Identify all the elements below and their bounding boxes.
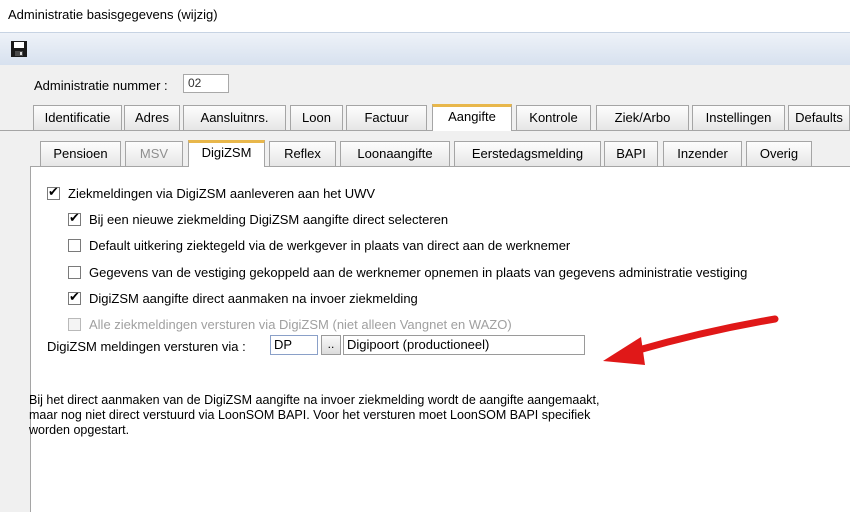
red-arrow-annotation	[603, 315, 779, 365]
option-label: Gegevens van de vestiging gekoppeld aan …	[89, 264, 748, 280]
subtab-msv: MSV	[125, 141, 183, 166]
option-checkbox[interactable]: ✔ Bij een nieuwe ziekmelding DigiZSM aang…	[68, 210, 448, 228]
admin-number-field[interactable]: 02	[183, 74, 229, 93]
title-bar: Administratie basisgegevens (wijzig)	[0, 0, 850, 32]
subtab-pensioen[interactable]: Pensioen	[40, 141, 121, 166]
tab-kontrole[interactable]: Kontrole	[516, 105, 591, 130]
window-title: Administratie basisgegevens (wijzig)	[8, 7, 218, 22]
main-tabs-baseline	[0, 130, 850, 131]
subtab-bapi[interactable]: BAPI	[604, 141, 658, 166]
subtab-inzender[interactable]: Inzender	[663, 141, 742, 166]
option-label: DigiZSM aangifte direct aanmaken na invo…	[89, 290, 418, 306]
tab-instellingen[interactable]: Instellingen	[692, 105, 785, 130]
info-line: worden opgestart.	[29, 423, 130, 437]
checkbox-checked-icon: ✔	[68, 288, 81, 305]
client-area: Administratie nummer : 02 Identificatie A…	[0, 65, 850, 512]
option-checkbox[interactable]: ✔ Ziekmeldingen via DigiZSM aanleveren aa…	[47, 184, 375, 202]
checkbox-checked-icon: ✔	[68, 209, 81, 226]
subtab-eerstedagsmelding[interactable]: Eerstedagsmelding	[454, 141, 601, 166]
tab-adres[interactable]: Adres	[124, 105, 180, 130]
option-label: Bij een nieuwe ziekmelding DigiZSM aangi…	[89, 211, 449, 227]
tab-factuur[interactable]: Factuur	[346, 105, 427, 130]
option-checkbox: Alle ziekmeldingen versturen via DigiZSM…	[68, 315, 512, 333]
save-icon[interactable]	[10, 40, 28, 58]
subtab-reflex[interactable]: Reflex	[269, 141, 336, 166]
tab-identificatie[interactable]: Identificatie	[33, 105, 122, 130]
tab-defaults[interactable]: Defaults	[788, 105, 850, 130]
checkbox-empty-icon	[68, 265, 81, 279]
toolbar	[0, 32, 850, 66]
tab-aangifte[interactable]: Aangifte	[432, 104, 512, 131]
checkbox-empty-icon	[68, 317, 81, 331]
option-label: Default uitkering ziektegeld via de werk…	[89, 237, 571, 253]
tab-aansluitnrs[interactable]: Aansluitnrs.	[183, 105, 286, 130]
subtab-overig[interactable]: Overig	[746, 141, 812, 166]
checkbox-empty-icon	[68, 238, 81, 252]
option-checkbox[interactable]: Default uitkering ziektegeld via de werk…	[68, 236, 570, 254]
admin-number-label: Administratie nummer :	[34, 78, 168, 93]
option-checkbox[interactable]: Gegevens van de vestiging gekoppeld aan …	[68, 263, 747, 281]
tab-loon[interactable]: Loon	[290, 105, 343, 130]
option-label: Alle ziekmeldingen versturen via DigiZSM…	[89, 316, 512, 332]
send-via-description-field: Digipoort (productioneel)	[343, 335, 585, 355]
info-line: maar nog niet direct verstuurd via LoonS…	[29, 408, 591, 422]
send-via-label: DigiZSM meldingen versturen via :	[47, 339, 246, 354]
info-text: Bij het direct aanmaken van de DigiZSM a…	[29, 393, 789, 438]
checkbox-checked-icon: ✔	[47, 183, 60, 200]
info-line: Bij het direct aanmaken van de DigiZSM a…	[29, 393, 600, 407]
option-label: Ziekmeldingen via DigiZSM aanleveren aan…	[68, 185, 376, 201]
tab-ziek-arbo[interactable]: Ziek/Arbo	[596, 105, 689, 130]
option-checkbox[interactable]: ✔ DigiZSM aangifte direct aanmaken na inv…	[68, 289, 418, 307]
send-via-code-field[interactable]: DP	[270, 335, 318, 355]
send-via-lookup-button[interactable]: ..	[321, 335, 341, 355]
subtab-digizsm[interactable]: DigiZSM	[188, 140, 265, 167]
subtab-loonaangifte[interactable]: Loonaangifte	[340, 141, 450, 166]
